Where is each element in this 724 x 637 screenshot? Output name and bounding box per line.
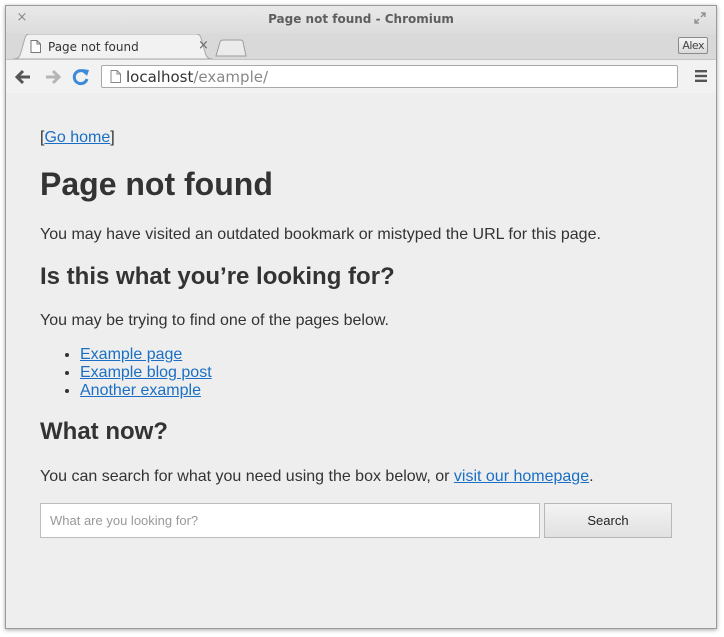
list-item: Example blog post bbox=[80, 364, 212, 382]
back-arrow-icon[interactable] bbox=[13, 67, 33, 87]
another-example-link[interactable]: Another example bbox=[80, 382, 201, 399]
url-host: localhost bbox=[126, 68, 194, 86]
list-item: Another example bbox=[80, 382, 212, 400]
new-tab-button[interactable] bbox=[215, 39, 247, 57]
go-home-link[interactable]: Go home bbox=[44, 129, 110, 146]
address-url: localhost/example/ bbox=[126, 68, 268, 86]
page-icon bbox=[30, 40, 41, 53]
breadcrumb: [Go home] bbox=[40, 129, 115, 147]
what-now-text: You can search for what you need using t… bbox=[40, 468, 594, 486]
window-title: Page not found - Chromium bbox=[268, 12, 454, 26]
profile-button[interactable]: Alex bbox=[678, 37, 708, 54]
page-content: [Go home] Page not found You may have vi… bbox=[6, 93, 716, 628]
suggestions-heading: Is this what you’re looking for? bbox=[40, 263, 395, 290]
forward-arrow-icon[interactable] bbox=[43, 67, 63, 87]
what-now-end: . bbox=[589, 468, 594, 485]
reload-icon[interactable] bbox=[71, 67, 91, 87]
intro-text: You may have visited an outdated bookmar… bbox=[40, 226, 601, 243]
what-now-heading: What now? bbox=[40, 418, 168, 445]
homepage-link[interactable]: visit our homepage bbox=[454, 468, 589, 485]
what-now-lead: You can search for what you need using t… bbox=[40, 468, 454, 485]
breadcrumb-close: ] bbox=[110, 129, 115, 146]
tab-page-not-found[interactable]: Page not found × bbox=[13, 34, 213, 59]
suggestions-list: Example page Example blog post Another e… bbox=[40, 346, 212, 400]
page-icon bbox=[110, 70, 121, 83]
suggestions-text: You may be trying to find one of the pag… bbox=[40, 312, 389, 329]
search-input[interactable] bbox=[40, 503, 540, 538]
list-item: Example page bbox=[80, 346, 212, 364]
url-path: /example/ bbox=[193, 68, 269, 86]
page-title: Page not found bbox=[40, 166, 273, 202]
example-page-link[interactable]: Example page bbox=[80, 346, 182, 363]
browser-toolbar: localhost/example/ bbox=[6, 59, 716, 94]
tab-label: Page not found bbox=[48, 40, 139, 54]
search-button[interactable]: Search bbox=[544, 503, 672, 538]
menu-icon[interactable] bbox=[694, 69, 708, 83]
example-blog-post-link[interactable]: Example blog post bbox=[80, 364, 212, 381]
address-bar[interactable]: localhost/example/ bbox=[101, 65, 678, 88]
maximize-icon[interactable] bbox=[694, 12, 706, 24]
title-bar: × Page not found - Chromium bbox=[6, 6, 716, 34]
tab-close-button[interactable]: × bbox=[198, 38, 209, 53]
tab-strip: Page not found × Alex bbox=[6, 34, 716, 59]
browser-window: × Page not found - Chromium Page not fou… bbox=[5, 5, 717, 629]
